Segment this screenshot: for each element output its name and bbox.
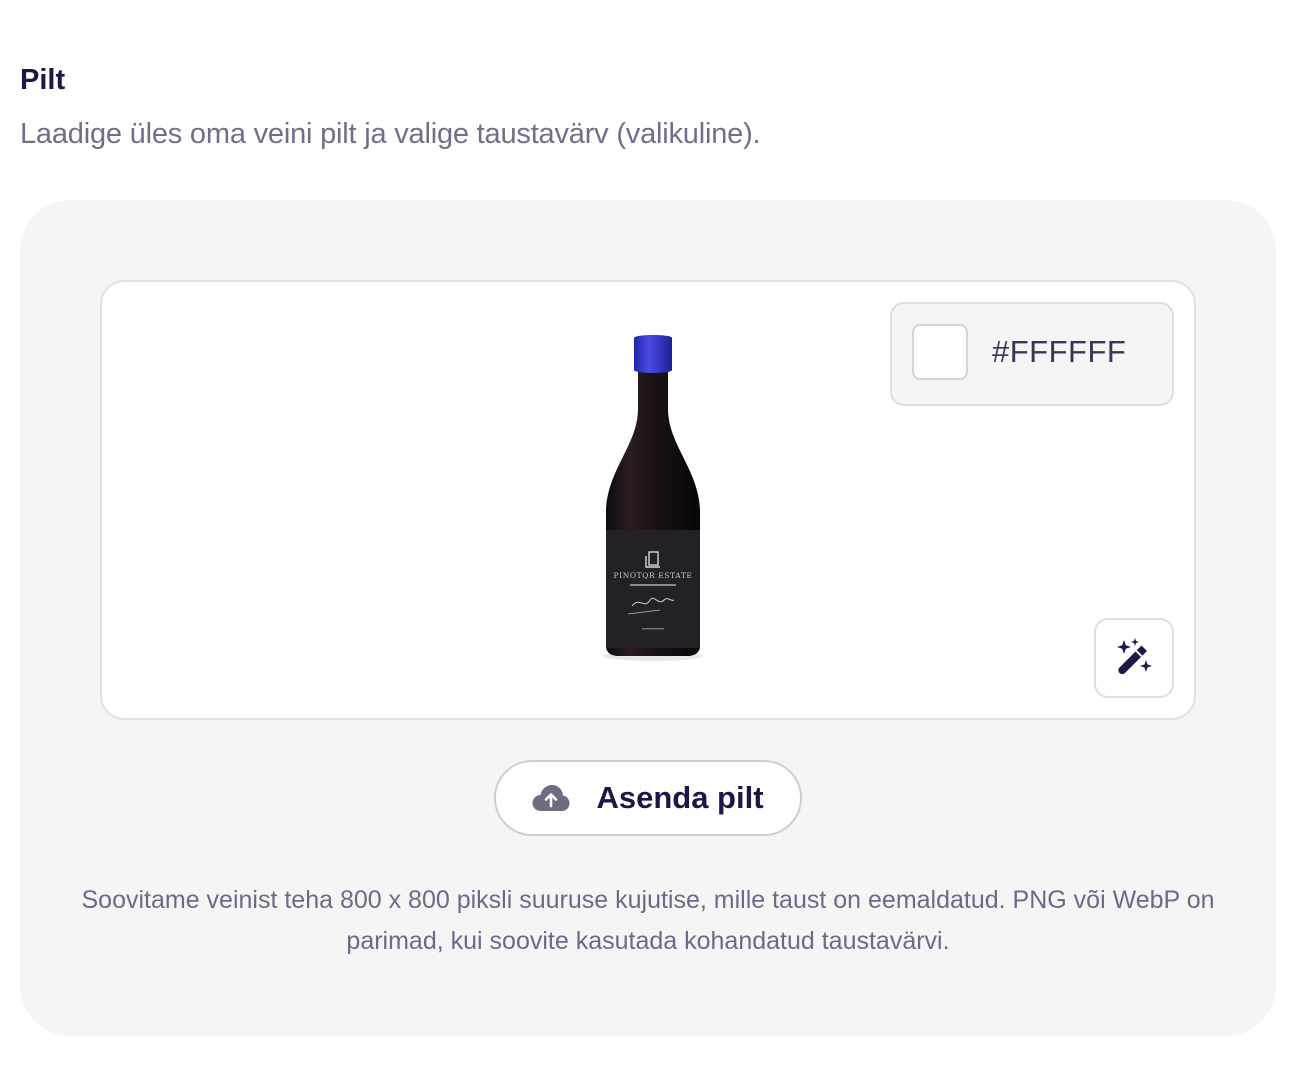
image-preview-area: PINOTQR ESTATE #FFFFFF xyxy=(100,280,1196,720)
replace-image-label: Asenda pilt xyxy=(596,780,764,815)
section-description: Laadige üles oma veini pilt ja valige ta… xyxy=(20,118,761,150)
image-recommendation-hint: Soovitame veinist teha 800 x 800 piksli … xyxy=(81,886,1215,955)
section-title: Pilt xyxy=(20,64,66,96)
bottle-label-brand: PINOTQR ESTATE xyxy=(614,571,693,580)
hex-color-value[interactable]: #FFFFFF xyxy=(992,334,1126,370)
cloud-upload-icon xyxy=(532,785,570,811)
magic-wand-icon xyxy=(1117,638,1152,675)
wine-bottle-image: PINOTQR ESTATE xyxy=(603,335,703,661)
replace-image-button[interactable]: Asenda pilt xyxy=(494,760,802,836)
magic-wand-button[interactable] xyxy=(1094,618,1174,698)
color-swatch[interactable] xyxy=(912,324,968,380)
image-upload-panel: PINOTQR ESTATE #FFFFFF Asenda pilt Soovi… xyxy=(20,200,1276,1036)
background-color-picker[interactable]: #FFFFFF xyxy=(890,302,1174,406)
